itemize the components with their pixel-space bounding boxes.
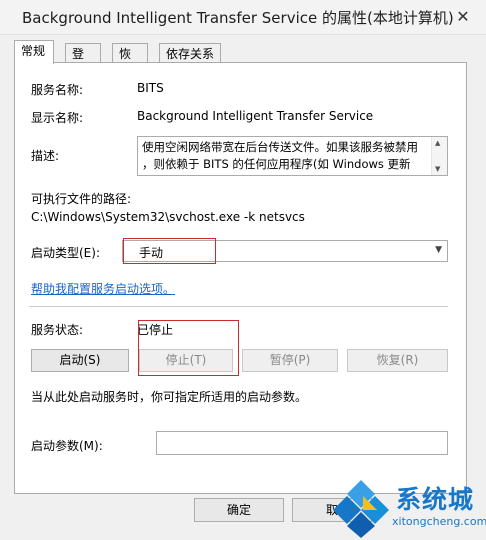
- display-name-label: 显示名称:: [31, 111, 84, 125]
- tab-logon[interactable]: 登录: [65, 43, 101, 81]
- hint-text: 当从此处启动服务时，你可指定所适用的启动参数。: [31, 390, 308, 404]
- pause-button[interactable]: 暂停(P): [242, 349, 338, 372]
- exe-path-label: 可执行文件的路径:: [31, 192, 132, 206]
- highlight-box-status: [138, 320, 239, 376]
- watermark-text: 系统城: [396, 485, 475, 514]
- watermark-url: xitongcheng.com: [392, 515, 486, 528]
- exe-path-value: C:\Windows\System32\svchost.exe -k netsv…: [31, 210, 305, 224]
- close-icon[interactable]: ✕: [452, 6, 474, 28]
- service-name-label: 服务名称:: [31, 83, 84, 97]
- scroll-up-icon[interactable]: ▲: [435, 139, 440, 147]
- window-title: Background Intelligent Transfer Service …: [22, 9, 454, 27]
- description-line: 使用空闲网络带宽在后台传送文件。如果该服务被禁用: [142, 140, 418, 154]
- scroll-down-icon[interactable]: ▼: [435, 165, 440, 173]
- start-button[interactable]: 启动(S): [31, 349, 129, 372]
- description-textbox[interactable]: 使用空闲网络带宽在后台传送文件。如果该服务被禁用 ，则依赖于 BITS 的任何应…: [137, 136, 448, 176]
- resume-button[interactable]: 恢复(R): [347, 349, 448, 372]
- service-name-value: BITS: [137, 81, 164, 95]
- description-label: 描述:: [31, 149, 60, 163]
- watermark-logo-icon: [333, 480, 389, 538]
- tab-dependencies[interactable]: 依存关系: [159, 43, 221, 63]
- general-tab-panel: 服务名称: BITS 显示名称: Background Intelligent …: [14, 62, 467, 494]
- service-status-label: 服务状态:: [31, 323, 84, 337]
- start-params-label: 启动参数(M):: [31, 439, 103, 453]
- highlight-box-startup: [123, 238, 216, 264]
- startup-type-label: 启动类型(E):: [31, 246, 100, 260]
- tab-general[interactable]: 常规: [14, 40, 54, 64]
- divider: [29, 306, 448, 307]
- display-name-value: Background Intelligent Transfer Service: [137, 109, 374, 123]
- help-link[interactable]: 帮助我配置服务启动选项。: [31, 280, 175, 297]
- ok-button[interactable]: 确定: [194, 498, 284, 522]
- watermark: 系统城 xitongcheng.com: [330, 474, 486, 540]
- tab-recovery[interactable]: 恢复: [112, 43, 148, 81]
- title-bar: Background Intelligent Transfer Service …: [0, 0, 486, 35]
- description-text: 使用空闲网络带宽在后台传送文件。如果该服务被禁用 ，则依赖于 BITS 的任何应…: [142, 139, 428, 173]
- description-line: ，则依赖于 BITS 的任何应用程序(如 Windows 更新: [142, 157, 411, 171]
- description-scrollbar[interactable]: ▲ ▼: [431, 137, 447, 175]
- chevron-down-icon: ▼: [435, 245, 442, 255]
- start-params-input[interactable]: [156, 431, 448, 455]
